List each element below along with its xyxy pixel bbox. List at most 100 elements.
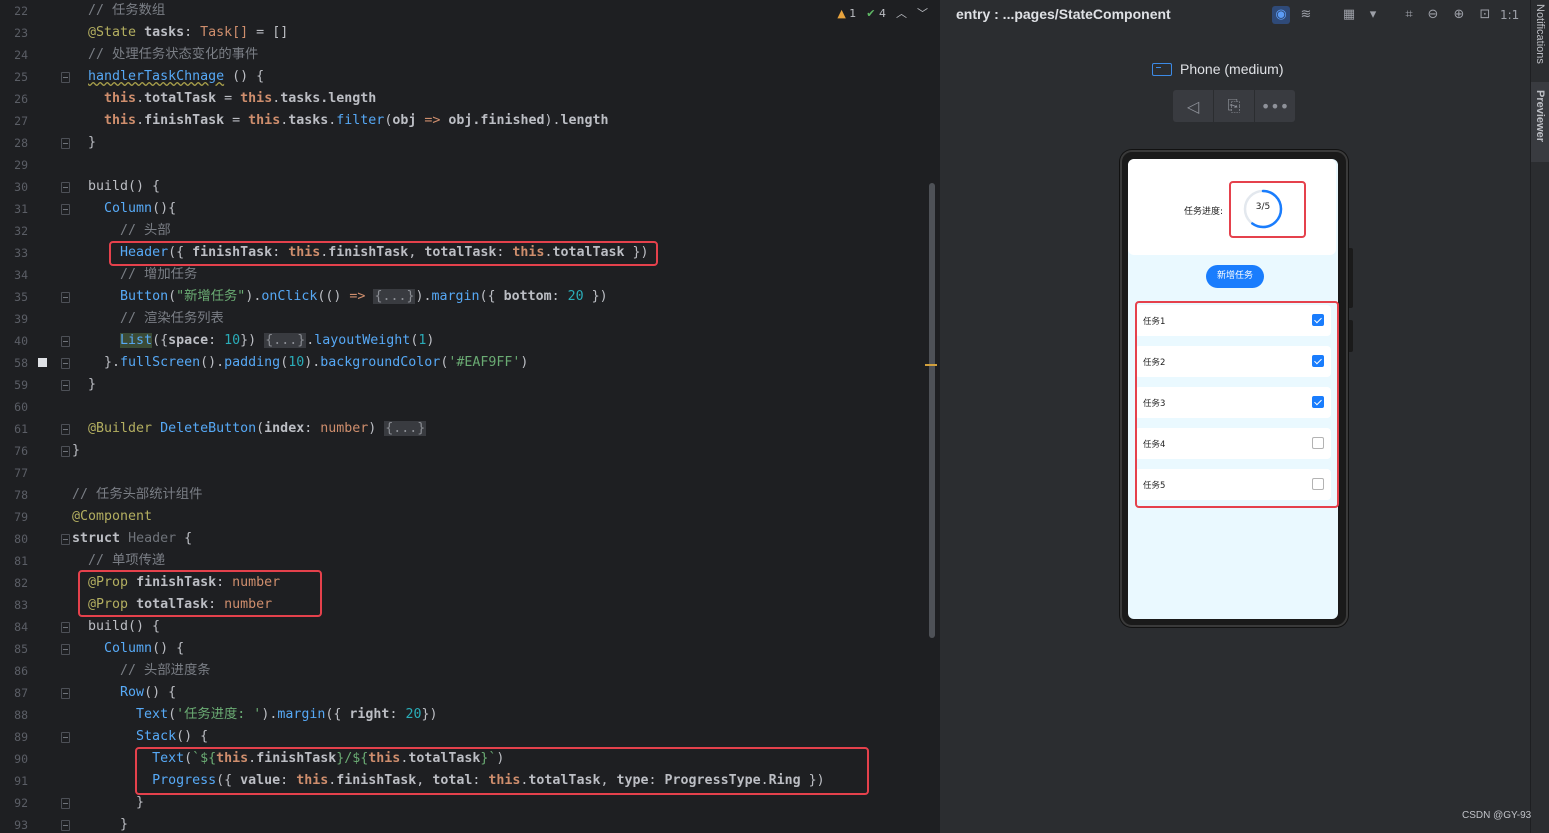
fit-icon[interactable]: ⊡ <box>1476 6 1494 24</box>
code-line[interactable]: List({space: 10}) {...}.layoutWeight(1) <box>72 330 434 352</box>
actual-size-button[interactable]: 1:1 <box>1500 6 1519 24</box>
code-line[interactable]: @Builder DeleteButton(index: number) {..… <box>72 418 427 440</box>
fold-toggle-icon[interactable] <box>61 798 70 809</box>
code-line[interactable]: this.finishTask = this.tasks.filter(obj … <box>72 110 609 132</box>
fold-toggle-icon[interactable] <box>61 732 70 743</box>
code-line[interactable]: } <box>72 440 80 462</box>
fold-toggle-icon[interactable] <box>61 644 70 655</box>
fold-toggle-icon[interactable] <box>61 336 70 347</box>
zoom-out-icon[interactable]: ⊖ <box>1424 6 1442 24</box>
preview-controls: ◁ ⎘ ••• <box>1173 90 1295 122</box>
fold-toggle-icon[interactable] <box>61 688 70 699</box>
grid-icon[interactable]: ▦ <box>1340 6 1358 24</box>
fold-toggle-icon[interactable] <box>61 534 70 545</box>
line-number: 85 <box>14 642 28 656</box>
line-number: 24 <box>14 48 28 62</box>
code-line[interactable]: // 任务头部统计组件 <box>72 484 202 506</box>
line-number: 22 <box>14 4 28 18</box>
fold-toggle-icon[interactable] <box>61 424 70 435</box>
chevron-down-icon[interactable]: ﹀ <box>917 5 928 21</box>
line-number: 79 <box>14 510 28 524</box>
code-line[interactable]: } <box>72 374 96 396</box>
fold-toggle-icon[interactable] <box>61 72 70 83</box>
chevron-up-icon[interactable]: ︿ <box>896 5 907 21</box>
code-line[interactable]: handlerTaskChnage () { <box>72 66 264 88</box>
code-line[interactable]: // 单项传递 <box>72 550 165 572</box>
line-number: 90 <box>14 752 28 766</box>
line-number: 78 <box>14 488 28 502</box>
weak-warning-count[interactable]: ✔ 4 <box>866 7 886 20</box>
fold-toggle-icon[interactable] <box>61 820 70 831</box>
warning-icon: ▲ <box>837 6 846 20</box>
zoom-in-icon[interactable]: ⊕ <box>1450 6 1468 24</box>
code-line[interactable]: // 渲染任务列表 <box>72 308 224 330</box>
fold-toggle-icon[interactable] <box>61 292 70 303</box>
line-number: 77 <box>14 466 28 480</box>
layers-icon[interactable]: ≋ <box>1297 6 1315 24</box>
warning-count[interactable]: ▲ 1 <box>837 7 856 20</box>
fold-toggle-icon[interactable] <box>61 182 70 193</box>
code-line[interactable]: this.totalTask = this.tasks.length <box>72 88 376 110</box>
notifications-tab[interactable]: Notifications <box>1534 4 1546 64</box>
code-line[interactable]: } <box>72 132 96 154</box>
back-icon[interactable]: ◁ <box>1173 90 1214 122</box>
previewer-title: entry : ...pages/StateComponent <box>956 6 1171 22</box>
more-icon[interactable]: ••• <box>1255 90 1295 122</box>
line-number: 34 <box>14 268 28 282</box>
line-number: 35 <box>14 290 28 304</box>
code-line[interactable]: Text('任务进度: ').margin({ right: 20}) <box>72 704 437 726</box>
code-line[interactable]: } <box>72 814 128 833</box>
code-line[interactable]: @State tasks: Task[] = [] <box>72 22 288 44</box>
code-line[interactable]: Row() { <box>72 682 176 704</box>
highlight-task-list <box>1135 301 1339 508</box>
fold-toggle-icon[interactable] <box>61 622 70 633</box>
code-line[interactable]: struct Header { <box>72 528 192 550</box>
fold-toggle-icon[interactable] <box>61 446 70 457</box>
code-line[interactable]: } <box>72 792 144 814</box>
line-number: 32 <box>14 224 28 238</box>
line-number: 80 <box>14 532 28 546</box>
code-line[interactable]: Column(){ <box>72 198 176 220</box>
bookmark-marker[interactable] <box>38 358 47 367</box>
fold-toggle-icon[interactable] <box>61 380 70 391</box>
fold-toggle-icon[interactable] <box>61 204 70 215</box>
fold-toggle-icon[interactable] <box>61 358 70 369</box>
code-line[interactable]: // 头部 <box>72 220 171 242</box>
code-line[interactable]: // 任务数组 <box>72 0 165 22</box>
code-line[interactable]: build() { <box>72 176 160 198</box>
previewer-toolbar: entry : ...pages/StateComponent ◉ ≋ ▦ ▾ … <box>940 0 1530 30</box>
add-task-button[interactable]: 新增任务 <box>1206 265 1264 288</box>
code-line[interactable]: Stack() { <box>72 726 208 748</box>
highlight-prop-decls <box>78 570 322 617</box>
code-line[interactable]: }.fullScreen().padding(10).backgroundCol… <box>72 352 528 374</box>
code-line[interactable]: Button("新增任务").onClick(() => {...}).marg… <box>72 286 608 308</box>
line-number: 26 <box>14 92 28 106</box>
editor-scrollbar[interactable] <box>929 183 935 638</box>
code-editor[interactable]: 22 23 24 25 26 27 28 29 30 31 32 33 34 35 39 40 58 59 60 61… <box>0 0 938 833</box>
line-number: 59 <box>14 378 28 392</box>
inspector-icon[interactable]: ◉ <box>1272 6 1290 24</box>
device-selector[interactable]: Phone (medium) <box>1152 61 1284 77</box>
code-line[interactable]: // 头部进度条 <box>72 660 211 682</box>
line-number: 33 <box>14 246 28 260</box>
line-number: 83 <box>14 598 28 612</box>
code-line[interactable]: Column() { <box>72 638 184 660</box>
code-line[interactable]: // 处理任务状态变化的事件 <box>72 44 258 66</box>
phone-volume-button <box>1348 248 1353 308</box>
rotate-icon[interactable]: ⎘ <box>1214 90 1255 122</box>
fold-toggle-icon[interactable] <box>61 138 70 149</box>
crop-icon[interactable]: ⌗ <box>1400 6 1418 24</box>
line-number: 82 <box>14 576 28 590</box>
line-number: 58 <box>14 356 28 370</box>
code-line[interactable]: @Component <box>72 506 152 528</box>
code-line[interactable]: build() { <box>72 616 160 638</box>
inspection-widget[interactable]: ▲ 1 ✔ 4 ︿ ﹀ <box>837 5 928 21</box>
line-number: 89 <box>14 730 28 744</box>
right-tool-rail: Notifications Previewer <box>1530 0 1549 833</box>
previewer-tab[interactable]: Previewer <box>1534 90 1546 142</box>
line-number: 76 <box>14 444 28 458</box>
dropdown-icon[interactable]: ▾ <box>1364 6 1382 24</box>
line-number: 84 <box>14 620 28 634</box>
code-line[interactable]: // 增加任务 <box>72 264 197 286</box>
line-number: 61 <box>14 422 28 436</box>
